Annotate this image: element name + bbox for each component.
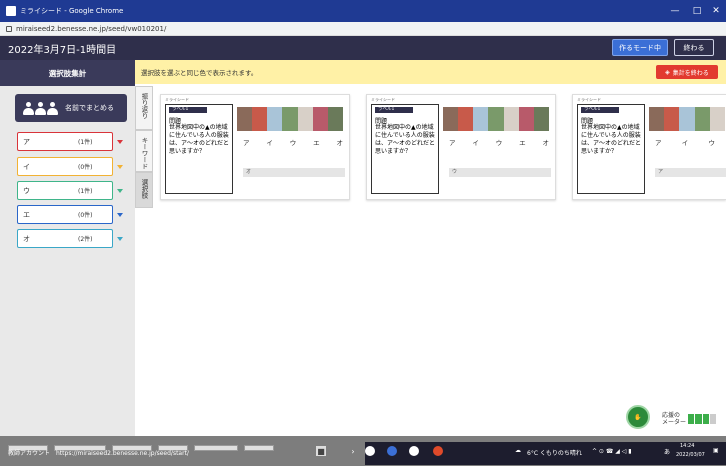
taskbar-app-icon[interactable] xyxy=(409,446,419,456)
choice-label: ア xyxy=(23,137,30,146)
card-tag: ミライシード xyxy=(577,97,601,102)
choice-count: (1件) xyxy=(78,188,93,195)
choice-count: (0件) xyxy=(78,212,93,219)
choice-label: オ xyxy=(23,234,30,243)
clothing-photos xyxy=(443,107,549,131)
mode-button[interactable]: 作るモード中 xyxy=(612,39,668,56)
chevron-down-icon[interactable] xyxy=(117,189,123,193)
choice-item-e[interactable]: エ (0件) xyxy=(17,205,113,224)
choice-item-a[interactable]: ア (1件) xyxy=(17,132,113,151)
end-button[interactable]: 終わる xyxy=(674,39,714,56)
window-title: ミライシード - Google Chrome xyxy=(20,7,124,15)
answer-card[interactable]: ミライシード ラベル1 問題 世界地図中の▲の地域に住んでいる人の服装は、ア〜オ… xyxy=(160,94,350,200)
card-tag: ミライシード xyxy=(165,97,189,102)
address-bar[interactable]: miraiseed2.benesse.ne.jp/seed/vw010201/ xyxy=(0,22,726,36)
clothing-photos xyxy=(649,107,726,131)
answer-card[interactable]: ミライシード ラベル1 問題 世界地図中の▲の地域に住んでいる人の服装は、ア〜オ… xyxy=(572,94,726,200)
choice-label: エ xyxy=(23,210,30,219)
label-badge: ラベル1 xyxy=(581,107,619,113)
choice-item-i[interactable]: イ (0件) xyxy=(17,157,113,176)
notification-icon[interactable]: ▣ xyxy=(713,447,719,454)
answer-card[interactable]: ミライシード ラベル1 問題 世界地図中の▲の地域に住んでいる人の服装は、ア〜オ… xyxy=(366,94,556,200)
browser-title-bar: ミライシード - Google Chrome — □ ✕ xyxy=(0,0,726,22)
tray-icons[interactable]: ^ ⊙ ☎ ◢ ◁ ▮ xyxy=(592,448,632,455)
answer-field: ウ xyxy=(449,168,551,177)
lock-icon xyxy=(6,25,12,32)
question-text: 世界地図中の▲の地域に住んでいる人の服装は、ア〜オのどれだと思いますか？ xyxy=(375,124,436,155)
hand-icon: ✋ xyxy=(634,413,642,421)
label-badge: ラベル1 xyxy=(169,107,207,113)
status-url: 教師アカウント https://miraiseed2.benesse.ne.jp… xyxy=(8,450,189,457)
clothing-photos xyxy=(237,107,343,131)
option-labels: アイウエオ xyxy=(449,139,549,147)
chevron-down-icon[interactable] xyxy=(117,237,123,241)
end-aggregation-button[interactable]: ◈ 集計を終わる xyxy=(656,65,718,79)
chevron-down-icon[interactable] xyxy=(117,213,123,217)
banner-text: 選択肢を選ぶと同じ色で表示されます。 xyxy=(141,69,258,77)
taskbar-app-icon[interactable] xyxy=(387,446,397,456)
clock-time[interactable]: 14:24 xyxy=(680,443,694,449)
question-text: 世界地図中の▲の地域に住んでいる人の服装は、ア〜オのどれだと思いますか？ xyxy=(581,124,642,155)
cheer-button[interactable]: ✋ xyxy=(626,405,650,429)
clock-date[interactable]: 2022/03/07 xyxy=(676,452,705,458)
choice-label: ウ xyxy=(23,186,30,195)
main-content: ミライシード ラベル1 問題 世界地図中の▲の地域に住んでいる人の服装は、ア〜オ… xyxy=(153,84,726,436)
taskbar-app-icon[interactable] xyxy=(365,446,375,456)
tab-keyword[interactable]: キーワード xyxy=(135,130,153,172)
chrome-icon[interactable] xyxy=(433,446,443,456)
question-box: ラベル1 問題 世界地図中の▲の地域に住んでいる人の服装は、ア〜オのどれだと思い… xyxy=(577,104,645,194)
group-by-name-label: 名前でまとめる xyxy=(65,104,114,112)
diamond-icon: ◈ xyxy=(665,68,670,76)
question-text: 世界地図中の▲の地域に住んでいる人の服装は、ア〜オのどれだと思いますか？ xyxy=(169,124,230,155)
bookmarks-bar xyxy=(8,436,308,451)
option-labels: アイウ xyxy=(655,139,715,147)
meter-label: 応援の メーター xyxy=(662,412,687,426)
choice-item-o[interactable]: オ (2件) xyxy=(17,229,113,248)
chevron-right-icon[interactable]: › xyxy=(348,446,358,456)
app-icon xyxy=(6,6,16,16)
card-tag: ミライシード xyxy=(371,97,395,102)
tab-reflection[interactable]: 振り返り xyxy=(135,86,153,130)
choice-label: イ xyxy=(23,162,30,171)
weather-text[interactable]: 6°C くもりのち晴れ xyxy=(527,448,582,457)
choice-count: (0件) xyxy=(78,164,93,171)
close-button[interactable]: ✕ xyxy=(705,0,726,22)
cheer-meter xyxy=(688,414,716,424)
tab-choices[interactable]: 選択肢 xyxy=(135,172,153,208)
answer-field: ア xyxy=(655,168,726,177)
option-labels: アイウエオ xyxy=(243,139,343,147)
answer-field: オ xyxy=(243,168,345,177)
app-header: 2022年3月7日-1時間目 作るモード中 終わる xyxy=(0,36,726,60)
weather-icon: ☁ xyxy=(515,447,521,454)
stop-icon[interactable]: ■ xyxy=(316,446,326,456)
ime-indicator[interactable]: あ xyxy=(664,447,670,456)
people-icon xyxy=(23,100,59,116)
choice-item-u[interactable]: ウ (1件) xyxy=(17,181,113,200)
group-by-name-button[interactable]: 名前でまとめる xyxy=(15,94,127,122)
choice-count: (2件) xyxy=(78,236,93,243)
left-panel-heading: 選択肢集計 xyxy=(0,60,135,86)
end-aggregation-label: 集計を終わる xyxy=(672,69,709,77)
label-badge: ラベル1 xyxy=(375,107,413,113)
choice-count: (1件) xyxy=(78,139,93,146)
question-box: ラベル1 問題 世界地図中の▲の地域に住んでいる人の服装は、ア〜オのどれだと思い… xyxy=(371,104,439,194)
minimize-button[interactable]: — xyxy=(664,0,686,22)
page-title: 2022年3月7日-1時間目 xyxy=(8,44,117,56)
question-box: ラベル1 問題 世界地図中の▲の地域に住んでいる人の服装は、ア〜オのどれだと思い… xyxy=(165,104,233,194)
chevron-down-icon[interactable] xyxy=(117,165,123,169)
url-text[interactable]: miraiseed2.benesse.ne.jp/seed/vw010201/ xyxy=(16,25,166,33)
info-banner: 選択肢を選ぶと同じ色で表示されます。 ◈ 集計を終わる xyxy=(135,60,726,84)
chevron-down-icon[interactable] xyxy=(117,140,123,144)
